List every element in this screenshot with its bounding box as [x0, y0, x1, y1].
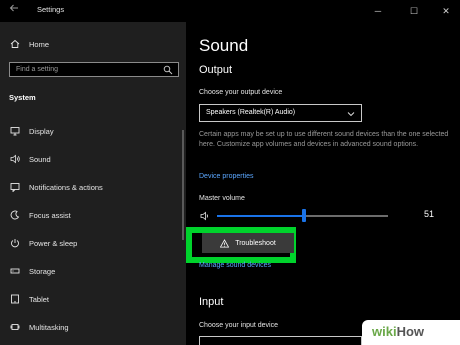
output-device-dropdown[interactable]: Speakers (Realtek(R) Audio)	[199, 104, 362, 122]
search-input[interactable]: Find a setting	[9, 62, 179, 77]
master-volume-label: Master volume	[199, 195, 245, 202]
sidebar-item-label: Tablet	[29, 294, 50, 304]
troubleshoot-label: Troubleshoot	[235, 239, 276, 247]
back-arrow-icon	[9, 4, 18, 12]
volume-slider[interactable]	[217, 209, 388, 222]
moon-icon	[9, 209, 21, 221]
volume-slider-thumb[interactable]	[302, 209, 307, 222]
display-icon	[9, 125, 21, 137]
output-description: Certain apps may be set up to use differ…	[199, 131, 449, 148]
input-device-label: Choose your input device	[199, 322, 278, 329]
search-placeholder: Find a setting	[16, 66, 59, 73]
sidebar-item-focus-assist[interactable]: Focus assist	[9, 209, 71, 221]
device-properties-link[interactable]: Device properties	[199, 173, 253, 180]
sound-page: Sound Output Choose your output device S…	[186, 22, 460, 345]
sidebar-item-label: Notifications & actions	[29, 182, 103, 192]
output-device-label: Choose your output device	[199, 89, 283, 96]
manage-sound-devices-link[interactable]: Manage sound devices	[199, 262, 271, 269]
title-bar: Settings ─ ☐ ✕	[0, 0, 460, 22]
sidebar-item-label: Power & sleep	[29, 238, 78, 248]
sidebar-item-notifications[interactable]: Notifications & actions	[9, 181, 103, 193]
sidebar-item-multitasking[interactable]: Multitasking	[9, 321, 69, 333]
sidebar-item-label: Storage	[29, 266, 56, 276]
app-title: Settings	[37, 5, 65, 14]
storage-icon	[9, 265, 21, 277]
minimize-button[interactable]: ─	[370, 3, 386, 19]
volume-icon[interactable]	[200, 211, 210, 221]
input-device-dropdown[interactable]	[199, 336, 362, 345]
back-button[interactable]	[6, 3, 22, 19]
output-device-value: Speakers (Realtek(R) Audio)	[206, 109, 296, 116]
section-heading: System	[9, 93, 36, 102]
nav-home-label: Home	[29, 39, 50, 49]
sidebar: Home Find a setting System Display Sound…	[0, 22, 186, 345]
sidebar-item-tablet[interactable]: Tablet	[9, 293, 49, 305]
sidebar-item-label: Multitasking	[29, 322, 69, 332]
page-title: Sound	[199, 36, 249, 55]
speaker-icon	[9, 153, 21, 165]
maximize-button[interactable]: ☐	[406, 3, 422, 19]
close-button[interactable]: ✕	[438, 3, 454, 19]
power-icon	[9, 237, 21, 249]
watermark-text: wikiHow	[372, 324, 425, 339]
notifications-icon	[9, 181, 21, 193]
settings-window: Settings ─ ☐ ✕ Home Find a setting Syste…	[0, 0, 460, 345]
troubleshoot-button[interactable]: Troubleshoot	[202, 233, 294, 253]
sidebar-item-label: Focus assist	[29, 210, 71, 220]
sidebar-item-display[interactable]: Display	[9, 125, 54, 137]
warning-icon	[220, 238, 230, 248]
output-heading: Output	[199, 64, 233, 76]
search-icon	[163, 65, 173, 75]
sidebar-item-storage[interactable]: Storage	[9, 265, 55, 277]
chevron-down-icon	[347, 112, 355, 117]
sidebar-item-sound[interactable]: Sound	[9, 153, 51, 165]
sidebar-item-label: Display	[29, 126, 54, 136]
sidebar-item-power-sleep[interactable]: Power & sleep	[9, 237, 77, 249]
wikihow-watermark: wikiHow	[362, 320, 460, 345]
multitasking-icon	[9, 321, 21, 333]
input-heading: Input	[199, 296, 224, 308]
volume-slider-fill	[217, 215, 305, 217]
nav-home[interactable]: Home	[9, 38, 49, 50]
volume-value: 51	[424, 209, 435, 219]
tablet-icon	[9, 293, 21, 305]
sidebar-item-label: Sound	[29, 154, 51, 164]
home-icon	[9, 38, 21, 50]
sidebar-scrollbar[interactable]	[182, 130, 184, 240]
